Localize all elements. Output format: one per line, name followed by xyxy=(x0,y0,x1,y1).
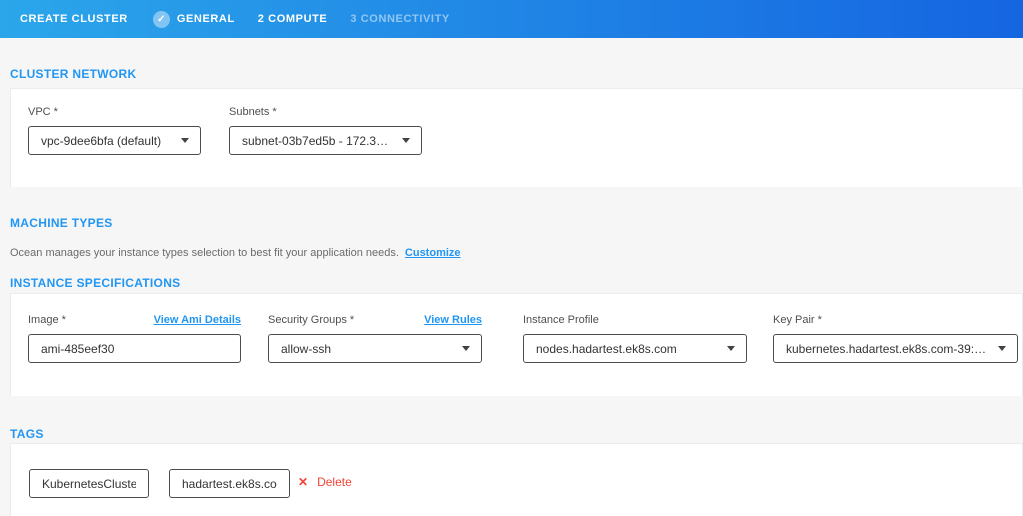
delete-tag-button[interactable]: ✕ Delete xyxy=(298,475,352,489)
tag-key-input[interactable] xyxy=(29,469,149,498)
subnets-select[interactable]: subnet-03b7ed5b - 172.31.0.0/20 ... xyxy=(229,126,422,155)
section-title-instance-specifications: INSTANCE SPECIFICATIONS xyxy=(10,276,180,290)
view-rules-link[interactable]: View Rules xyxy=(424,314,482,326)
wizard-header: CREATE CLUSTER ✓ GENERAL 2 COMPUTE 3 CON… xyxy=(0,0,1023,38)
key-pair-label: Key Pair * xyxy=(773,314,822,326)
chevron-down-icon xyxy=(998,346,1006,351)
machine-types-description-text: Ocean manages your instance types select… xyxy=(10,247,399,259)
tags-card: ✕ Delete xyxy=(10,443,1023,516)
check-icon: ✓ xyxy=(153,11,170,28)
step-general-label: GENERAL xyxy=(177,13,235,25)
key-pair-selected-value: kubernetes.hadartest.ek8s.com-39:84:a5:9… xyxy=(786,342,990,356)
cluster-network-card: VPC * vpc-9dee6bfa (default) Subnets * s… xyxy=(10,88,1023,187)
tab-connectivity[interactable]: 3 CONNECTIVITY xyxy=(350,13,449,25)
instance-profile-field: Instance Profile nodes.hadartest.ek8s.co… xyxy=(523,314,747,363)
security-groups-selected-value: allow-ssh xyxy=(281,342,331,356)
chevron-down-icon xyxy=(402,138,410,143)
instance-profile-select[interactable]: nodes.hadartest.ek8s.com xyxy=(523,334,747,363)
tab-compute[interactable]: 2 COMPUTE xyxy=(258,13,328,25)
vpc-selected-value: vpc-9dee6bfa (default) xyxy=(41,134,161,148)
tag-value-input[interactable] xyxy=(169,469,290,498)
view-ami-details-link[interactable]: View Ami Details xyxy=(154,314,241,326)
step-connectivity-label: 3 CONNECTIVITY xyxy=(350,13,449,25)
image-field: Image * View Ami Details xyxy=(28,314,241,363)
tab-general[interactable]: ✓ GENERAL xyxy=(153,11,235,28)
chevron-down-icon xyxy=(727,346,735,351)
instance-specifications-card: Image * View Ami Details Security Groups… xyxy=(10,293,1023,396)
image-label: Image * xyxy=(28,314,66,326)
subnets-label: Subnets * xyxy=(229,106,277,118)
delete-tag-label: Delete xyxy=(317,475,352,489)
key-pair-field: Key Pair * kubernetes.hadartest.ek8s.com… xyxy=(773,314,1018,363)
page-title: CREATE CLUSTER xyxy=(20,13,128,25)
security-groups-label: Security Groups * xyxy=(268,314,354,326)
machine-types-description: Ocean manages your instance types select… xyxy=(10,247,461,259)
section-title-machine-types: MACHINE TYPES xyxy=(10,216,113,230)
subnets-selected-value: subnet-03b7ed5b - 172.31.0.0/20 ... xyxy=(242,134,394,148)
delete-x-icon: ✕ xyxy=(298,475,308,489)
vpc-field: VPC * vpc-9dee6bfa (default) xyxy=(28,106,201,155)
key-pair-select[interactable]: kubernetes.hadartest.ek8s.com-39:84:a5:9… xyxy=(773,334,1018,363)
instance-profile-selected-value: nodes.hadartest.ek8s.com xyxy=(536,342,677,356)
security-groups-field: Security Groups * View Rules allow-ssh xyxy=(268,314,482,363)
chevron-down-icon xyxy=(181,138,189,143)
section-title-cluster-network: CLUSTER NETWORK xyxy=(10,67,137,81)
chevron-down-icon xyxy=(462,346,470,351)
section-title-tags: TAGS xyxy=(10,427,44,441)
customize-link[interactable]: Customize xyxy=(405,247,461,259)
image-input[interactable] xyxy=(28,334,241,363)
security-groups-select[interactable]: allow-ssh xyxy=(268,334,482,363)
subnets-field: Subnets * subnet-03b7ed5b - 172.31.0.0/2… xyxy=(229,106,422,155)
create-cluster-wizard: CREATE CLUSTER ✓ GENERAL 2 COMPUTE 3 CON… xyxy=(0,0,1023,516)
step-compute-label: 2 COMPUTE xyxy=(258,13,328,25)
vpc-select[interactable]: vpc-9dee6bfa (default) xyxy=(28,126,201,155)
instance-profile-label: Instance Profile xyxy=(523,314,599,326)
vpc-label: VPC * xyxy=(28,106,58,118)
